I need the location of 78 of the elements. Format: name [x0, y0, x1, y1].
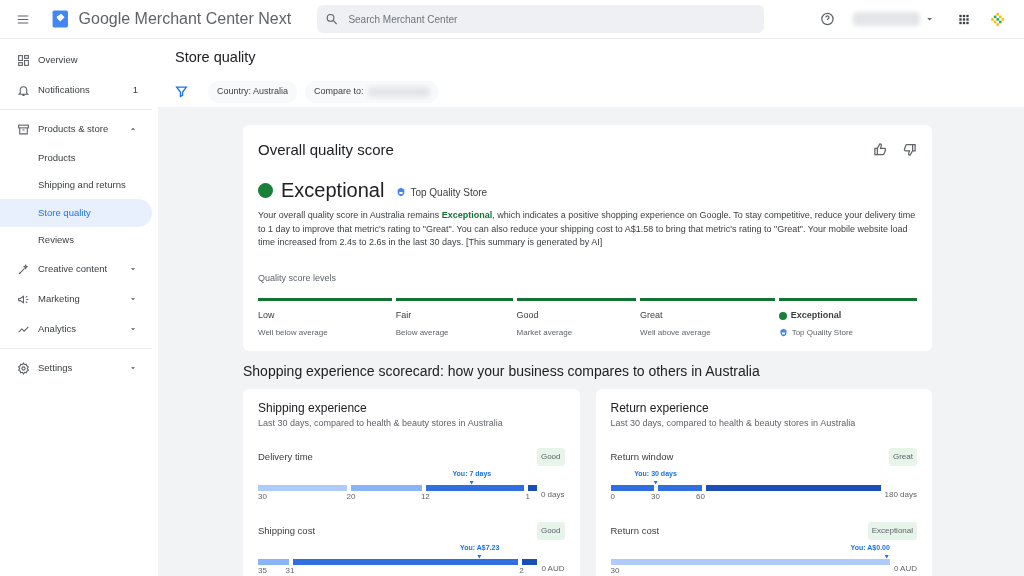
- nav-item[interactable]: Notifications 1: [0, 75, 152, 106]
- panel-title: Return experience: [610, 399, 710, 417]
- metric-name: Shipping cost: [258, 523, 316, 538]
- shield-badge-icon: [396, 187, 407, 198]
- level-description: Market average: [516, 326, 573, 339]
- thumbs-up-icon[interactable]: [873, 142, 888, 158]
- status-dot: [258, 182, 273, 198]
- nav-item[interactable]: Products & store: [0, 114, 152, 145]
- dashboard-icon: [17, 53, 30, 67]
- marker-pointer: [476, 553, 483, 560]
- scale-tick: 20: [346, 491, 356, 504]
- scale-tick: 31: [285, 565, 295, 576]
- shield-badge-icon: [778, 328, 788, 338]
- filter-icon[interactable]: [175, 85, 188, 99]
- panel-subtitle: Last 30 days, compared to health & beauty stores in Australia: [610, 416, 857, 430]
- nav-item[interactable]: Products: [0, 144, 152, 172]
- filter-chip[interactable]: Country: Australia: [208, 81, 298, 103]
- scale-end-label: 0 AUD: [541, 563, 565, 576]
- level-label: Fair: [395, 309, 412, 323]
- level-label: Great: [640, 309, 663, 323]
- nav-item[interactable]: Marketing: [0, 284, 152, 315]
- sparkle-wand-icon: [17, 262, 30, 276]
- metric-name: Return cost: [610, 523, 660, 538]
- nav-item[interactable]: Store quality: [0, 199, 152, 227]
- bell-icon: [17, 83, 30, 97]
- notification-count: 1: [132, 83, 138, 98]
- help-icon[interactable]: [820, 11, 836, 28]
- megaphone-icon: [17, 292, 30, 306]
- scale-tick: 0: [610, 491, 615, 504]
- level-description: Well below average: [258, 326, 328, 339]
- levels-heading: Quality score levels: [258, 271, 338, 285]
- level-description: Well above average: [640, 326, 711, 339]
- rating-text: Exceptional: [281, 178, 385, 204]
- rating-badge: Good: [536, 522, 565, 541]
- nav-item[interactable]: Analytics: [0, 314, 152, 345]
- thumbs-down-icon[interactable]: [902, 142, 917, 158]
- scale-tick: 30: [651, 491, 660, 504]
- section-heading: Shopping experience scorecard: how your business compares to others in Australia: [243, 361, 761, 381]
- nav-item[interactable]: Shipping and returns: [0, 171, 152, 200]
- nav-item[interactable]: Settings: [0, 353, 152, 384]
- nav-item[interactable]: Reviews: [0, 226, 152, 255]
- settings-icon: [17, 361, 30, 375]
- scale-tick: 30: [258, 491, 267, 504]
- rating-badge: Exceptional: [867, 522, 917, 541]
- archive-box-icon: [17, 122, 30, 136]
- search-icon: [325, 12, 339, 27]
- app-title: Google Merchant Center Next: [78, 9, 292, 30]
- nav-item[interactable]: Creative content: [0, 254, 152, 285]
- badge-label: Top Quality Store: [410, 185, 488, 200]
- summary-paragraph: Your overall quality score in Australia remains Exceptional, which indicates a positive shopping experience on Google. To stay competitive, reduce your delivery time to 1 day to improve that metric's rating to "Great". You can also reduce your shipping cost to A$1.58 to bring that metric's rating to "Great". Your mobile website load time increased from 2.4s to 2.6s in the last 30 days. [This summary is generated by AI]: [258, 209, 917, 250]
- marker-pointer: [883, 553, 890, 560]
- rating-badge: Great: [889, 448, 917, 467]
- level-label: Low: [258, 309, 275, 323]
- nav-item[interactable]: Overview: [0, 45, 152, 76]
- level-label: Good: [516, 309, 539, 323]
- scale-tick: 1: [525, 491, 530, 504]
- scale-tick: 35: [258, 565, 267, 576]
- scale-end-label: 0 AUD: [893, 563, 917, 576]
- scale-tick: 12: [420, 491, 430, 504]
- card-title: Overall quality score: [258, 139, 395, 160]
- scale-tick: 30: [610, 565, 620, 576]
- scale-tick: 2: [519, 565, 524, 576]
- rating-badge: Good: [536, 448, 565, 467]
- scale-end-label: 180 days: [884, 489, 917, 502]
- panel-subtitle: Last 30 days, compared to health & beauty stores in Australia: [258, 416, 504, 430]
- level-description: Below average: [395, 326, 449, 339]
- panel-title: Shipping experience: [258, 399, 368, 417]
- level-description: Top Quality Store: [791, 326, 853, 339]
- metric-name: Delivery time: [258, 449, 313, 464]
- marker-pointer: [652, 479, 659, 486]
- marker-pointer: [468, 479, 475, 486]
- shopping-tag-logo: [50, 8, 71, 31]
- scale-tick: 60: [696, 491, 705, 504]
- filter-chip[interactable]: Compare to:: [305, 81, 439, 103]
- scale-end-label: 0 days: [540, 489, 565, 502]
- metric-name: Return window: [610, 449, 674, 464]
- level-label: Exceptional: [790, 309, 842, 323]
- page-title: Store quality: [175, 48, 257, 68]
